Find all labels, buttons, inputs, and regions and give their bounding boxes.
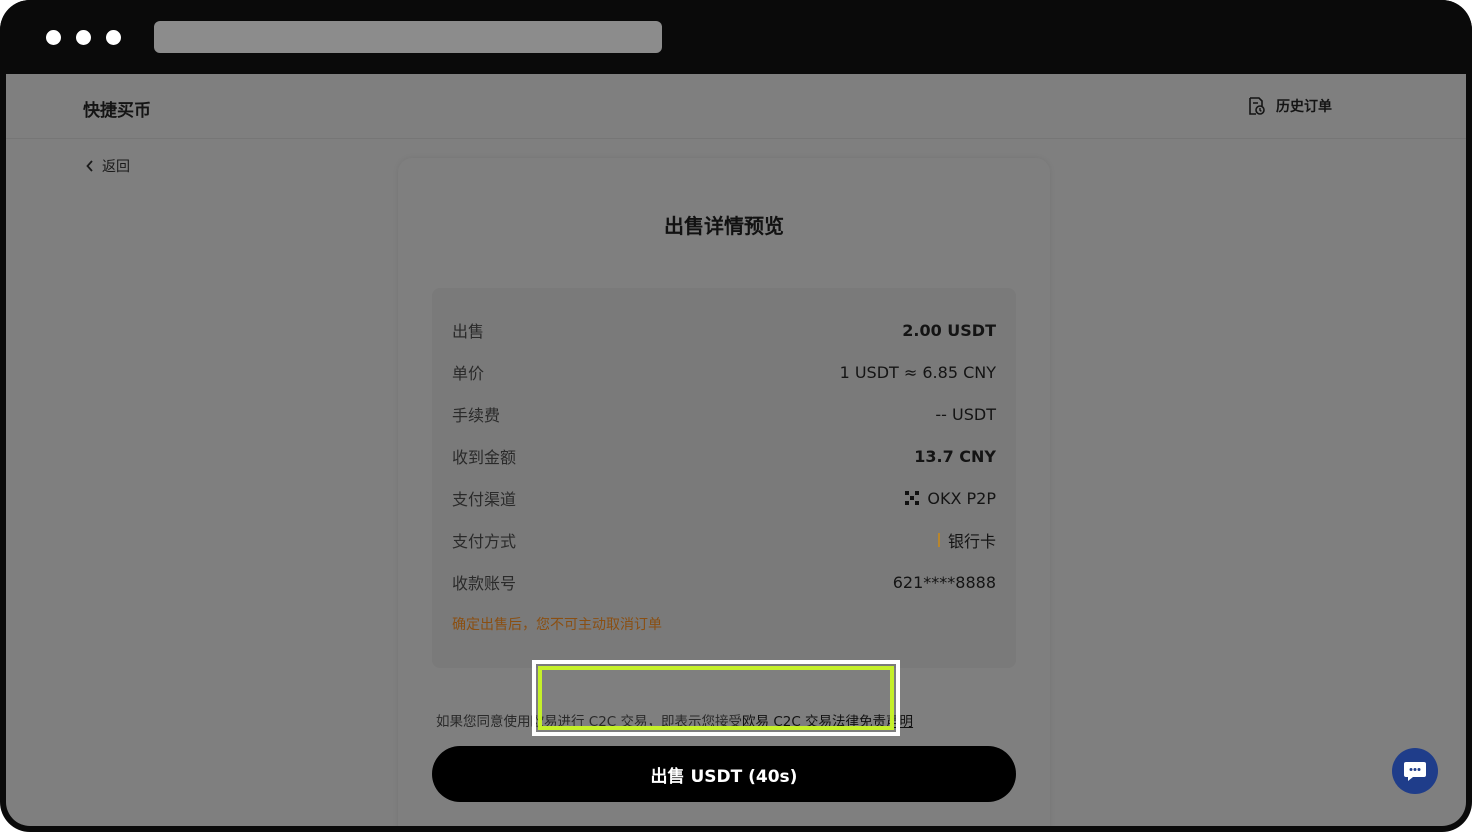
order-detail-panel: 出售 2.00 USDT 单价 1 USDT ≈ 6.85 CNY 手续费 --…: [432, 288, 1016, 668]
channel-name: OKX P2P: [927, 488, 996, 508]
address-bar[interactable]: [154, 21, 662, 53]
back-label: 返回: [102, 159, 130, 175]
detail-label: 单价: [452, 364, 485, 383]
detail-label: 出售: [452, 322, 485, 341]
sell-usdt-button[interactable]: 出售 USDT (40s): [432, 746, 1016, 802]
detail-row-receive-amount: 收到金额 13.7 CNY: [452, 444, 996, 468]
support-chat-button[interactable]: [1392, 748, 1438, 794]
detail-value: 1 USDT ≈ 6.85 CNY: [839, 362, 996, 382]
window-minimize-dot[interactable]: [76, 30, 91, 45]
bank-card-marker-icon: [937, 533, 940, 547]
chat-bubble-icon: [1404, 762, 1426, 781]
detail-row-account: 收款账号 621****8888: [452, 570, 996, 594]
detail-label: 收款账号: [452, 574, 517, 593]
cancel-warning: 确定出售后，您不可主动取消订单: [452, 617, 662, 633]
detail-row-payment-channel: 支付渠道 OKX P2P: [452, 486, 996, 510]
window-maximize-dot[interactable]: [106, 30, 121, 45]
detail-value: 13.7 CNY: [914, 446, 996, 466]
okx-logo-icon: [905, 491, 920, 505]
detail-value: -- USDT: [935, 404, 996, 424]
back-link[interactable]: 返回: [86, 156, 130, 176]
detail-row-payment-method: 支付方式 银行卡: [452, 528, 996, 552]
browser-window: 快捷买币 历史订单 返回 出售详情预览 出售 2.00 USDT 单价 1 US…: [0, 0, 1472, 832]
window-close-dot[interactable]: [46, 30, 61, 45]
detail-label: 支付渠道: [452, 490, 517, 509]
method-name: 银行卡: [947, 532, 996, 551]
history-orders-link[interactable]: 历史订单: [1246, 96, 1332, 116]
detail-value: 621****8888: [892, 572, 996, 592]
detail-row-fee: 手续费 -- USDT: [452, 402, 996, 426]
detail-value: 2.00 USDT: [902, 320, 996, 340]
detail-value-method: 银行卡: [937, 528, 996, 552]
detail-label: 手续费: [452, 406, 501, 425]
order-history-icon: [1249, 97, 1265, 115]
browser-chrome: [0, 0, 1472, 74]
page-brand: 快捷买币: [83, 101, 151, 121]
top-nav: 快捷买币 历史订单: [6, 74, 1466, 139]
detail-row-sell: 出售 2.00 USDT: [452, 318, 996, 342]
detail-label: 支付方式: [452, 532, 517, 551]
card-title: 出售详情预览: [664, 214, 784, 238]
highlight-outline: [538, 666, 894, 730]
detail-label: 收到金额: [452, 448, 517, 467]
history-orders-label: 历史订单: [1276, 99, 1332, 115]
chevron-left-icon: [86, 160, 93, 172]
detail-value-channel: OKX P2P: [905, 489, 996, 508]
detail-row-unit-price: 单价 1 USDT ≈ 6.85 CNY: [452, 360, 996, 384]
